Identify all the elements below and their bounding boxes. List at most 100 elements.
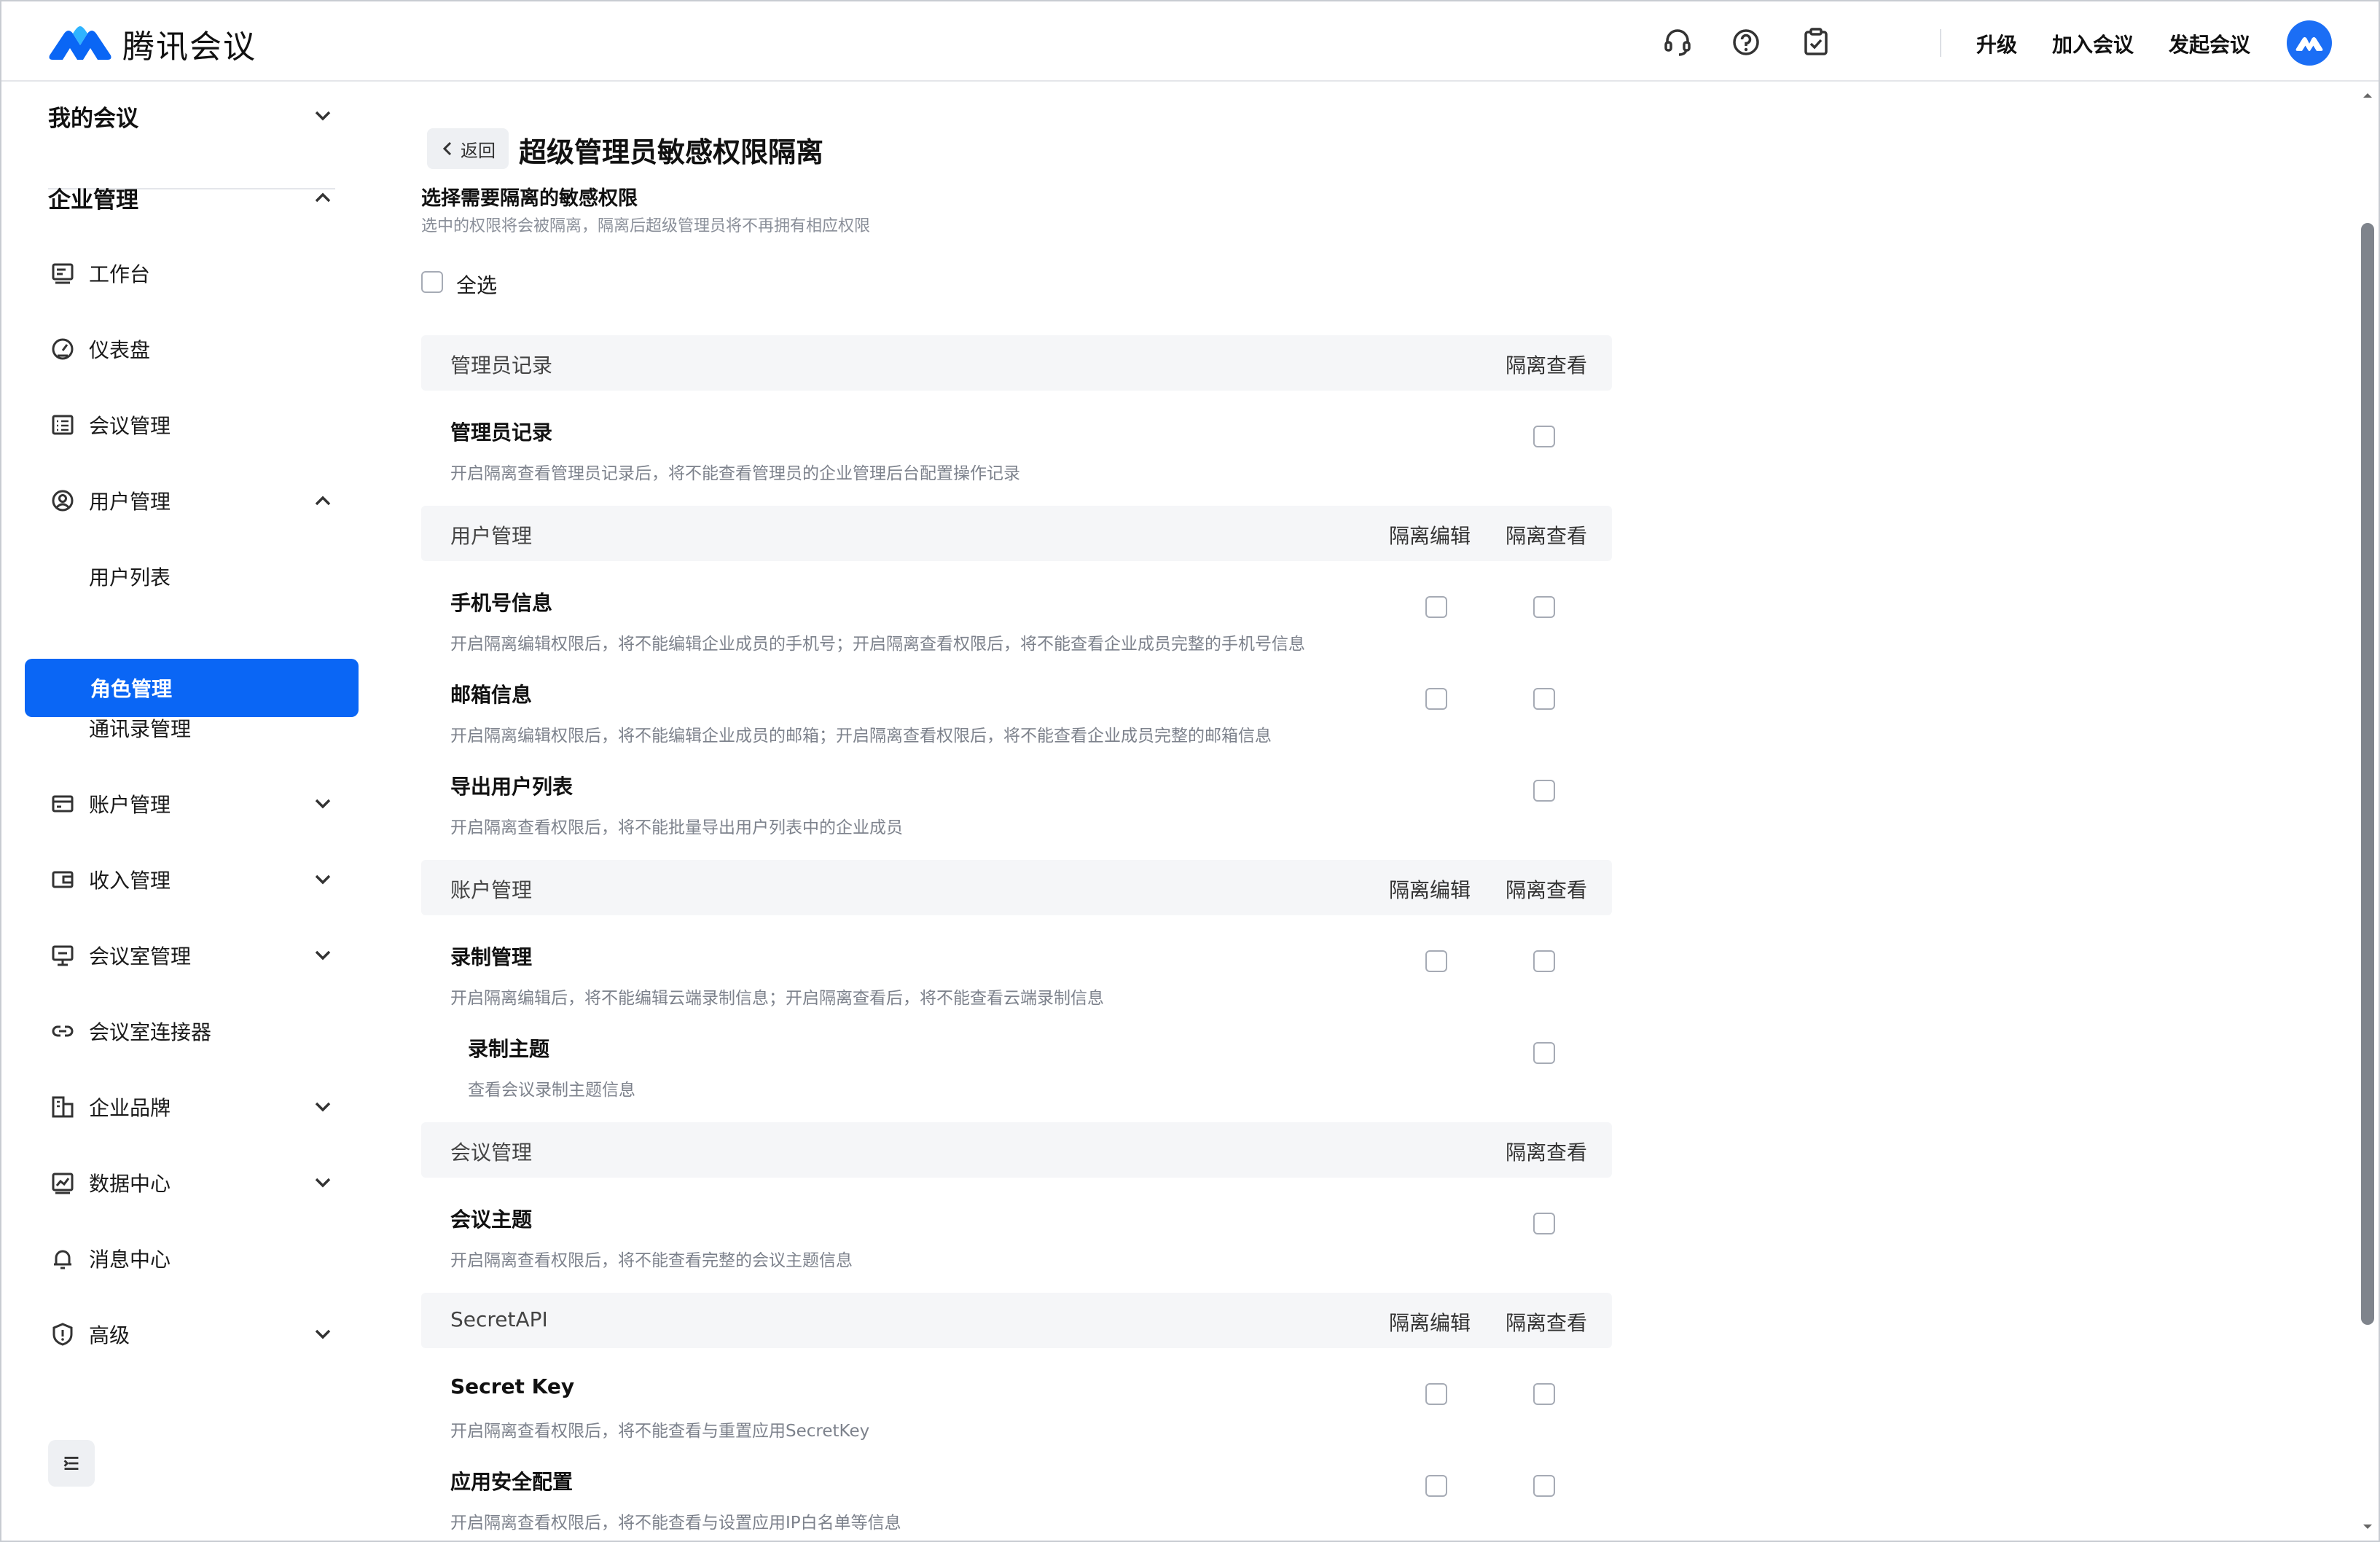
perm-name: 会议主题 [450, 1208, 533, 1232]
group-header-admin-records: 管理员记录 隔离查看 [421, 335, 1612, 391]
column-isolate-view: 隔离查看 [1506, 1140, 1588, 1165]
column-isolate-edit: 隔离编辑 [1389, 524, 1471, 548]
avatar[interactable] [2287, 20, 2332, 66]
isolate-view-checkbox[interactable] [1533, 950, 1555, 972]
isolate-edit-checkbox[interactable] [1425, 1475, 1447, 1497]
isolate-edit-checkbox[interactable] [1425, 950, 1447, 972]
sidebar-item-label: 工作台 [89, 262, 151, 286]
group-name: 管理员记录 [450, 353, 553, 377]
brand-icon [52, 1096, 74, 1118]
sidebar-group-my-meetings[interactable]: 我的会议 [1, 83, 377, 149]
sidebar-group-label: 我的会议 [48, 105, 138, 132]
dashboard-icon [52, 338, 74, 360]
start-meeting-link[interactable]: 发起会议 [2169, 29, 2250, 58]
perm-desc: 开启隔离查看权限后，将不能查看与重置应用SecretKey [450, 1422, 870, 1441]
clipboard-check-icon[interactable] [1800, 26, 1832, 58]
sidebar-item-brand[interactable]: 企业品牌 [1, 1074, 377, 1140]
sidebar-item-label: 会议管理 [89, 414, 171, 438]
column-isolate-view: 隔离查看 [1506, 524, 1588, 548]
help-icon[interactable] [1730, 26, 1762, 58]
sidebar-item-meeting-management[interactable]: 会议管理 [1, 392, 377, 458]
sidebar-item-user-management[interactable]: 用户管理 [1, 468, 377, 533]
perm-desc: 开启隔离编辑权限后，将不能编辑企业成员的邮箱；开启隔离查看权限后，将不能查看企业… [450, 727, 1272, 745]
group-header-secret-api: SecretAPI 隔离编辑 隔离查看 [421, 1293, 1612, 1348]
sidebar-subitem-contacts[interactable]: 通讯录管理 [1, 695, 377, 761]
isolate-view-checkbox[interactable] [1533, 1042, 1555, 1064]
select-all-label: 全选 [456, 273, 498, 297]
chevron-down-icon [315, 950, 331, 960]
group-name: 账户管理 [450, 878, 533, 902]
sidebar-group-enterprise[interactable]: 企业管理 [1, 165, 377, 230]
isolate-edit-checkbox[interactable] [1425, 596, 1447, 618]
collapse-sidebar-button[interactable] [48, 1440, 95, 1487]
scroll-up-arrow-icon[interactable] [2360, 87, 2376, 103]
sidebar-item-dashboard[interactable]: 仪表盘 [1, 316, 377, 382]
column-isolate-view: 隔离查看 [1506, 1311, 1588, 1335]
sidebar-subitem-label: 用户列表 [89, 565, 171, 590]
sidebar-group-label: 企业管理 [48, 187, 138, 214]
isolate-edit-checkbox[interactable] [1425, 1383, 1447, 1405]
isolate-view-checkbox[interactable] [1533, 1383, 1555, 1405]
chevron-down-icon [315, 1102, 331, 1112]
section-title: 选择需要隔离的敏感权限 [421, 187, 638, 210]
sidebar-item-label: 消息中心 [89, 1248, 171, 1272]
app-name: 腾讯会议 [122, 28, 257, 66]
meeting-list-icon [52, 415, 74, 435]
perm-desc: 开启隔离编辑后，将不能编辑云端录制信息；开启隔离查看后，将不能查看云端录制信息 [450, 989, 1104, 1008]
perm-desc: 开启隔离查看权限后，将不能查看与设置应用IP白名单等信息 [450, 1514, 901, 1533]
account-card-icon [52, 795, 74, 813]
sidebar-item-revenue-management[interactable]: 收入管理 [1, 847, 377, 912]
upgrade-link[interactable]: 升级 [1976, 29, 2017, 58]
page-title: 超级管理员敏感权限隔离 [519, 136, 824, 168]
section-subtitle: 选中的权限将会被隔离，隔离后超级管理员将不再拥有相应权限 [421, 217, 871, 235]
sidebar-item-room-connector[interactable]: 会议室连接器 [1, 998, 377, 1064]
tencent-meeting-logo-icon [49, 26, 111, 60]
group-name: SecretAPI [450, 1307, 548, 1331]
app-logo[interactable]: 腾讯会议 [47, 20, 257, 67]
top-bar: 腾讯会议 升级 加入会议 发起会议 [1, 1, 2379, 82]
group-header-meeting-management: 会议管理 隔离查看 [421, 1122, 1612, 1178]
sidebar-item-workbench[interactable]: 工作台 [1, 240, 377, 306]
isolate-edit-checkbox[interactable] [1425, 688, 1447, 710]
isolate-view-checkbox[interactable] [1533, 688, 1555, 710]
chart-icon [52, 1173, 74, 1194]
isolate-view-checkbox[interactable] [1533, 426, 1555, 447]
scroll-down-arrow-icon[interactable] [2360, 1519, 2376, 1535]
sidebar-subitem-user-list[interactable]: 用户列表 [1, 544, 377, 609]
perm-desc: 开启隔离编辑权限后，将不能编辑企业成员的手机号；开启隔离查看权限后，将不能查看企… [450, 635, 1305, 654]
join-meeting-link[interactable]: 加入会议 [2052, 29, 2134, 58]
column-isolate-edit: 隔离编辑 [1389, 878, 1471, 902]
sidebar-item-message-center[interactable]: 消息中心 [1, 1226, 377, 1291]
isolate-view-checkbox[interactable] [1533, 1475, 1555, 1497]
headset-icon[interactable] [1661, 26, 1694, 58]
isolate-view-checkbox[interactable] [1533, 1213, 1555, 1234]
link-icon [52, 1025, 74, 1037]
collapse-menu-icon [63, 1457, 79, 1470]
sidebar-subitem-label: 通讯录管理 [89, 717, 192, 741]
chevron-up-icon [315, 192, 331, 203]
sidebar-item-advanced[interactable]: 高级 [1, 1302, 377, 1367]
chevron-down-icon [315, 874, 331, 885]
perm-name: 手机号信息 [450, 591, 553, 615]
perm-desc: 开启隔离查看权限后，将不能查看完整的会议主题信息 [450, 1251, 853, 1270]
scrollbar-thumb[interactable] [2361, 223, 2374, 1325]
perm-desc: 开启隔离查看权限后，将不能批量导出用户列表中的企业成员 [450, 818, 903, 837]
select-all-checkbox[interactable] [421, 271, 443, 293]
perm-name: 邮箱信息 [450, 683, 533, 707]
isolate-view-checkbox[interactable] [1533, 780, 1555, 802]
back-button[interactable]: 返回 [427, 128, 509, 169]
sidebar-item-account-management[interactable]: 账户管理 [1, 771, 377, 837]
avatar-logo-icon [2295, 36, 2323, 51]
chevron-up-icon [315, 496, 331, 506]
isolate-view-checkbox[interactable] [1533, 596, 1555, 618]
column-isolate-view: 隔离查看 [1506, 353, 1588, 377]
sidebar-item-label: 高级 [89, 1323, 130, 1347]
sidebar-item-data-center[interactable]: 数据中心 [1, 1150, 377, 1216]
sidebar-item-room-management[interactable]: 会议室管理 [1, 923, 377, 988]
top-separator [1940, 29, 1941, 57]
sidebar-item-label: 用户管理 [89, 490, 171, 514]
perm-name: 应用安全配置 [450, 1470, 574, 1494]
back-label: 返回 [461, 140, 496, 161]
perm-name: 录制管理 [450, 945, 533, 969]
perm-name: 录制主题 [468, 1037, 550, 1061]
